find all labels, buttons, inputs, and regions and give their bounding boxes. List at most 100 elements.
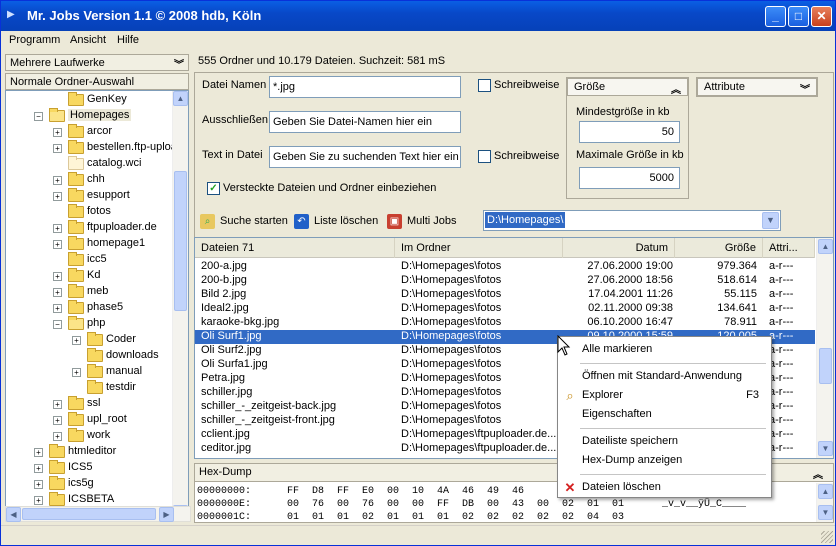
expand-icon[interactable]: + — [53, 272, 62, 281]
expand-icon[interactable]: + — [34, 496, 43, 505]
menu-programm[interactable]: Programm — [9, 34, 60, 46]
expand-icon[interactable]: + — [53, 224, 62, 233]
tree-node[interactable]: + htmleditor — [6, 444, 170, 460]
tree-node[interactable]: + chh — [6, 172, 170, 188]
scroll-up-icon[interactable]: ▲ — [818, 239, 833, 254]
list-scrollbar[interactable]: ▲ ▼ — [816, 238, 833, 458]
chevron-up-icon[interactable]: ︽ — [671, 81, 681, 96]
tree-node[interactable]: icc5 — [6, 252, 170, 268]
tree-node[interactable]: + ics5g — [6, 476, 170, 492]
tree-node[interactable]: + upl_root — [6, 412, 170, 428]
tree-scrollbar[interactable]: ▲ ▼ — [172, 91, 188, 521]
scroll-right-icon[interactable]: ▶ — [159, 507, 174, 522]
tree-node[interactable]: + meb — [6, 284, 170, 300]
tree-node[interactable]: + phase5 — [6, 300, 170, 316]
menu-item[interactable]: ✕ Dateien löschen — [558, 479, 771, 497]
attributes-header[interactable]: Attribute ︾ — [697, 78, 817, 96]
tree-node[interactable]: catalog.wci — [6, 156, 170, 172]
folder-tree[interactable]: GenKey − Homepages + arcor + bestellen.ftp-upl… — [5, 90, 189, 522]
hex-scrollbar[interactable]: ▲ ▼ — [816, 483, 833, 522]
list-scroll-thumb[interactable] — [819, 348, 832, 384]
close-button[interactable]: ✕ — [811, 6, 832, 27]
expand-icon[interactable]: + — [72, 368, 81, 377]
tree-node[interactable]: + Coder — [6, 332, 170, 348]
menu-hilfe[interactable]: Hilfe — [117, 34, 139, 46]
tree-node[interactable]: + ICS5 — [6, 460, 170, 476]
tree-node[interactable]: + arcor — [6, 124, 170, 140]
menu-item[interactable]: Hex-Dump anzeigen — [558, 452, 771, 470]
case-checkbox-1[interactable] — [478, 79, 491, 92]
chevron-down-icon[interactable]: ︾ — [174, 56, 184, 71]
scroll-down-icon[interactable]: ▼ — [818, 441, 833, 456]
table-row[interactable]: Ideal2.jpg D:\Homepages\fotos 02.11.2000 0… — [195, 302, 815, 316]
tree-node[interactable]: − php — [6, 316, 170, 332]
tree-node[interactable]: + work — [6, 428, 170, 444]
chevron-up-icon[interactable]: ︽ — [813, 466, 823, 481]
tree-node[interactable]: fotos — [6, 204, 170, 220]
expand-icon[interactable]: + — [53, 304, 62, 313]
path-combobox[interactable]: D:\Homepages\ ▼ — [483, 210, 781, 231]
filename-input[interactable]: *.jpg — [269, 76, 461, 98]
scroll-down-icon[interactable]: ▼ — [818, 505, 833, 520]
tree-node[interactable]: testdir — [6, 380, 170, 396]
attributes-group[interactable]: Attribute ︾ — [696, 77, 818, 97]
menu-ansicht[interactable]: Ansicht — [70, 34, 106, 46]
text-input[interactable]: Geben Sie zu suchenden Text hier ein — [269, 146, 461, 168]
expand-icon[interactable]: + — [34, 480, 43, 489]
menu-item[interactable]: Alle markieren — [558, 341, 771, 359]
expand-icon[interactable]: + — [53, 176, 62, 185]
expand-icon[interactable]: + — [34, 448, 43, 457]
col-header-folder[interactable]: Im Ordner — [395, 238, 563, 258]
expand-icon[interactable]: + — [53, 240, 62, 249]
expand-icon[interactable]: + — [53, 416, 62, 425]
expand-icon[interactable]: + — [34, 464, 43, 473]
tree-node[interactable]: GenKey — [6, 92, 170, 108]
drives-header[interactable]: Mehrere Laufwerke ︾ — [5, 54, 189, 71]
table-row[interactable]: 200-b.jpg D:\Homepages\fotos 27.06.2000 18… — [195, 274, 815, 288]
hidden-files-checkbox[interactable]: ✓ — [207, 182, 220, 195]
resize-grip[interactable] — [821, 531, 833, 543]
maximize-button[interactable]: □ — [788, 6, 809, 27]
scroll-up-icon[interactable]: ▲ — [818, 484, 833, 499]
exclude-input[interactable]: Geben Sie Datei-Namen hier ein — [269, 111, 461, 133]
menu-item[interactable]: Eigenschaften — [558, 406, 771, 424]
title-bar[interactable]: ▶ Mr. Jobs Version 1.1 © 2008 hdb, Köln … — [1, 1, 835, 31]
tree-node[interactable]: + ftpuploader.de — [6, 220, 170, 236]
chevron-down-icon[interactable]: ▼ — [762, 212, 779, 229]
hscroll-thumb[interactable] — [22, 508, 156, 520]
tree-hscrollbar[interactable]: ◀ ▶ — [5, 506, 191, 522]
table-row[interactable]: Bild 2.jpg D:\Homepages\fotos 17.04.2001 1… — [195, 288, 815, 302]
tree-node[interactable]: downloads — [6, 348, 170, 364]
table-row[interactable]: karaoke-bkg.jpg D:\Homepages\fotos 06.10.2… — [195, 316, 815, 330]
tree-node[interactable]: + bestellen.ftp-uploa — [6, 140, 177, 156]
tree-node[interactable]: − Homepages — [6, 108, 170, 124]
tree-node[interactable]: + Kd — [6, 268, 170, 284]
tree-node[interactable]: + manual — [6, 364, 170, 380]
expand-icon[interactable]: + — [53, 400, 62, 409]
menu-item[interactable]: Öffnen mit Standard-Anwendung — [558, 368, 771, 386]
tree-node[interactable]: + esupport — [6, 188, 170, 204]
max-size-input[interactable]: 5000 — [579, 167, 680, 189]
tree-node[interactable]: + ssl — [6, 396, 170, 412]
scroll-left-icon[interactable]: ◀ — [6, 507, 21, 522]
menu-item[interactable]: ⌕ Explorer F3 — [558, 387, 771, 405]
expand-icon[interactable]: + — [53, 144, 62, 153]
col-header-attr[interactable]: Attri... — [763, 238, 815, 258]
table-row[interactable]: 200-a.jpg D:\Homepages\fotos 27.06.2000 19… — [195, 260, 815, 274]
min-size-input[interactable]: 50 — [579, 121, 680, 143]
expand-icon[interactable]: + — [72, 336, 81, 345]
col-header-files[interactable]: Dateien 71 — [195, 238, 395, 258]
menu-item[interactable]: Dateiliste speichern — [558, 433, 771, 451]
expand-icon[interactable]: + — [53, 432, 62, 441]
expand-icon[interactable]: + — [53, 192, 62, 201]
expand-icon[interactable]: + — [53, 128, 62, 137]
case-checkbox-2[interactable] — [478, 150, 491, 163]
chevron-down-icon[interactable]: ︾ — [800, 81, 810, 96]
collapse-icon[interactable]: − — [34, 112, 43, 121]
col-header-date[interactable]: Datum — [563, 238, 675, 258]
collapse-icon[interactable]: − — [53, 320, 62, 329]
tree-node[interactable]: + homepage1 — [6, 236, 170, 252]
scroll-up-icon[interactable]: ▲ — [173, 91, 188, 106]
minimize-button[interactable]: _ — [765, 6, 786, 27]
col-header-size[interactable]: Größe — [675, 238, 763, 258]
